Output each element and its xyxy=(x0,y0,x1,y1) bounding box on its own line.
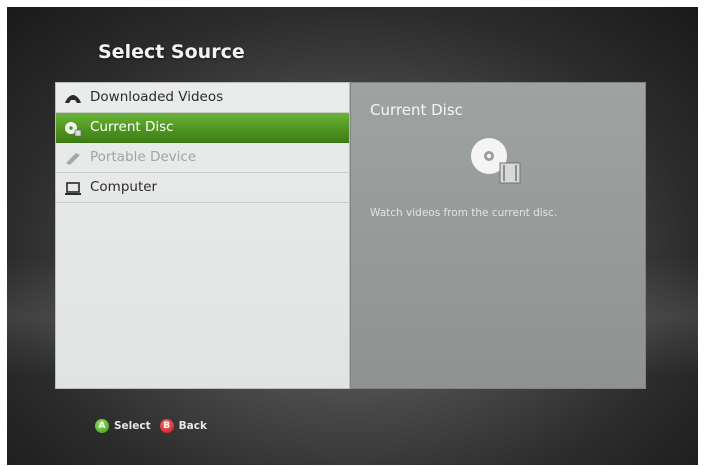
b-button-icon: B xyxy=(159,419,174,433)
source-item-computer[interactable]: Computer xyxy=(56,173,349,203)
detail-title: Current Disc xyxy=(370,101,463,119)
hint-back[interactable]: B Back xyxy=(159,419,207,433)
page-title: Select Source xyxy=(98,41,245,63)
portable-device-icon xyxy=(64,149,82,165)
dashboard-screen: Select Source Downloaded Videos Current … xyxy=(7,7,698,465)
source-list: Downloaded Videos Current Disc Portable … xyxy=(55,82,350,389)
disc-video-icon xyxy=(467,135,529,187)
hint-select[interactable]: A Select xyxy=(95,419,151,433)
hint-label: Back xyxy=(178,420,207,432)
source-item-label: Current Disc xyxy=(90,119,174,135)
hint-label: Select xyxy=(114,420,151,432)
source-item-label: Portable Device xyxy=(90,149,197,165)
computer-icon xyxy=(64,179,82,195)
download-icon xyxy=(64,89,82,105)
source-item-downloaded-videos[interactable]: Downloaded Videos xyxy=(56,83,349,113)
controller-hints: A Select B Back xyxy=(95,419,216,433)
source-item-current-disc[interactable]: Current Disc xyxy=(56,113,349,143)
disc-icon xyxy=(64,119,82,137)
detail-description: Watch videos from the current disc. xyxy=(370,207,558,219)
source-item-label: Computer xyxy=(90,179,158,195)
a-button-icon: A xyxy=(95,419,109,433)
source-detail-panel: Current Disc Watch videos from the curre… xyxy=(350,82,646,389)
source-item-portable-device[interactable]: Portable Device xyxy=(56,143,349,173)
source-item-label: Downloaded Videos xyxy=(90,89,224,105)
